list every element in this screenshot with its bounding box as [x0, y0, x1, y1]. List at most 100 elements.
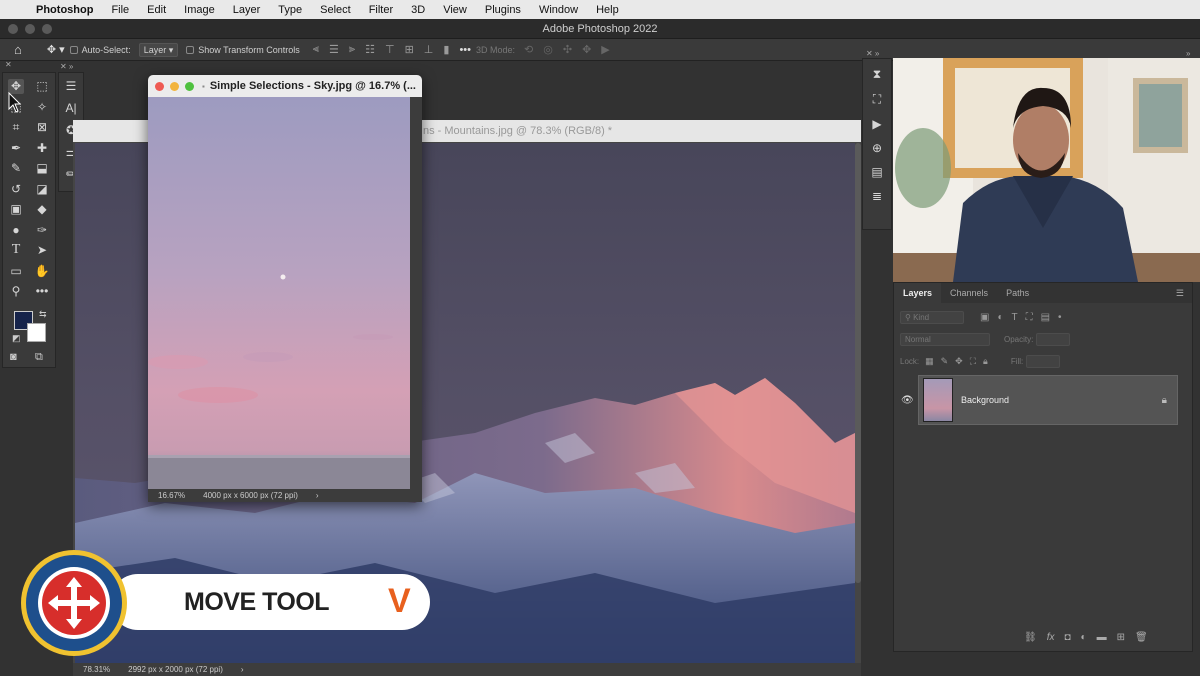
rectangle-tool-icon[interactable]: ▭	[8, 264, 24, 279]
move-tool-preset-icon[interactable]: ✥ ▾	[47, 43, 65, 56]
move-tool-badge-icon	[21, 550, 127, 656]
window-controls[interactable]	[8, 24, 52, 34]
clone-source-icon[interactable]: ⊕	[872, 141, 882, 155]
auto-select-dropdown[interactable]: Layer ▾	[138, 42, 179, 57]
type-tool-icon[interactable]: T	[8, 242, 24, 258]
gradient-tool-icon[interactable]: ▣	[8, 202, 24, 217]
menu-3d[interactable]: 3D	[411, 4, 425, 16]
default-colors-icon[interactable]: ◩	[12, 333, 21, 344]
auto-select-label: Auto-Select:	[81, 44, 131, 55]
tab-channels[interactable]: Channels	[941, 283, 997, 303]
menu-app-name[interactable]: Photoshop	[36, 4, 93, 16]
visibility-eye-icon[interactable]: 👁︎	[901, 395, 914, 406]
align-middle-icon[interactable]: ⊞	[405, 43, 414, 56]
frame-tool-icon[interactable]: ⊠	[34, 120, 50, 135]
history-icon[interactable]: ⧗	[873, 67, 881, 82]
right-panel-collapse-icon[interactable]: »	[1186, 49, 1190, 58]
panel-menu-icon[interactable]: ☰	[1176, 288, 1184, 299]
layer-lock-icon[interactable]: 🔒︎	[1162, 395, 1167, 406]
menu-select[interactable]: Select	[320, 4, 351, 16]
history-brush-icon[interactable]: ↺	[8, 182, 24, 197]
show-transform-checkbox[interactable]: Show Transform Controls	[186, 45, 300, 55]
screen-mode-icon[interactable]: ⧉	[35, 351, 43, 364]
menu-layer[interactable]: Layer	[233, 4, 261, 16]
3d-scale-icon[interactable]: ▶	[601, 43, 609, 56]
swap-colors-icon[interactable]: ⇆	[39, 309, 47, 320]
blur-tool-icon[interactable]: ◆	[34, 202, 50, 217]
tools-close-icon[interactable]: ✕	[5, 60, 12, 69]
hand-tool-icon[interactable]: ✋	[34, 264, 50, 279]
menu-window[interactable]: Window	[539, 4, 578, 16]
eyedropper-tool-icon[interactable]: ✒	[8, 141, 24, 156]
auto-select-checkbox[interactable]: Auto-Select:	[69, 44, 131, 55]
actions-play-icon[interactable]: ▶	[872, 117, 881, 131]
menu-type[interactable]: Type	[278, 4, 302, 16]
blend-mode-dropdown[interactable]: Normal	[900, 333, 990, 346]
menu-help[interactable]: Help	[596, 4, 619, 16]
magic-wand-icon[interactable]: ✧	[34, 100, 50, 115]
status-arrow-icon[interactable]: ›	[241, 665, 244, 674]
new-group-icon[interactable]: ▬	[1097, 632, 1107, 643]
dodge-tool-icon[interactable]: ●	[8, 223, 24, 238]
delete-layer-icon[interactable]: 🗑︎	[1135, 632, 1148, 643]
path-select-icon[interactable]: ➤	[34, 243, 50, 258]
eraser-tool-icon[interactable]: ◪	[34, 182, 50, 197]
3d-roll-icon[interactable]: ◎	[543, 43, 553, 56]
align-left-icon[interactable]: ⫷	[313, 43, 319, 56]
libraries-icon[interactable]: ⛶	[873, 92, 881, 107]
menu-image[interactable]: Image	[184, 4, 215, 16]
link-layers-icon[interactable]: ⛓	[1024, 632, 1037, 643]
opacity-field[interactable]	[1036, 333, 1071, 346]
distribute-icon[interactable]: ☷	[365, 43, 375, 56]
quick-mask-icon[interactable]: ◙	[10, 351, 17, 363]
more-options-icon[interactable]: •••	[459, 44, 471, 56]
crop-tool-icon[interactable]: ⌗	[8, 120, 24, 135]
panel-close-icon[interactable]: ✕ »	[60, 62, 73, 71]
3d-slide-icon[interactable]: ✥	[582, 43, 591, 56]
home-icon[interactable]: ⌂	[14, 42, 22, 57]
adjustments-icon[interactable]: ☰	[63, 79, 79, 93]
sky-canvas[interactable]	[148, 97, 410, 489]
tab-paths[interactable]: Paths	[997, 283, 1038, 303]
lock-icons[interactable]: ▦✎✥⛶🔒︎	[925, 356, 995, 367]
3d-pan-icon[interactable]: ✣	[563, 43, 572, 56]
add-mask-icon[interactable]: ◘	[1064, 632, 1070, 643]
align-bottom-icon[interactable]: ⊥	[424, 43, 434, 56]
brush-tool-icon[interactable]: ✎	[8, 161, 24, 176]
fill-field[interactable]	[1026, 355, 1061, 368]
zoom-tool-icon[interactable]: ⚲	[8, 284, 24, 299]
character-icon[interactable]: A|	[63, 101, 79, 115]
menu-plugins[interactable]: Plugins	[485, 4, 521, 16]
align-center-icon[interactable]: ☰	[329, 43, 339, 56]
adjustment-layer-icon[interactable]: ◐	[1081, 632, 1087, 643]
healing-brush-icon[interactable]: ✚	[34, 141, 50, 156]
stamp-tool-icon[interactable]: ⬓	[34, 161, 50, 176]
sky-zoom[interactable]: 16.67%	[158, 491, 185, 500]
marquee-tool-icon[interactable]: ⬚	[34, 79, 50, 94]
more-tools-icon[interactable]: •••	[34, 284, 50, 299]
sky-window-controls[interactable]	[155, 81, 194, 91]
layer-row-background[interactable]: Background 🔒︎	[918, 375, 1178, 425]
right-panel-close-icon[interactable]: ✕ »	[866, 49, 879, 58]
new-layer-icon[interactable]: ⊞	[1117, 632, 1125, 643]
vertical-scrollbar[interactable]	[855, 143, 861, 583]
menu-file[interactable]: File	[111, 4, 129, 16]
tab-layers[interactable]: Layers	[894, 283, 942, 303]
status-arrow-icon[interactable]: ›	[316, 491, 319, 500]
sky-document-tab[interactable]: ▪ Simple Selections - Sky.jpg @ 16.7% (.…	[148, 75, 422, 97]
menu-edit[interactable]: Edit	[147, 4, 166, 16]
filter-icons[interactable]: ▣◐T⛶▤•	[980, 312, 1070, 323]
fx-icon[interactable]: fx	[1047, 632, 1055, 643]
align-top-icon[interactable]: ⊤	[385, 43, 395, 56]
paragraph-icon[interactable]: ≣	[872, 189, 882, 203]
align-right-icon[interactable]: ⫸	[349, 43, 355, 56]
3d-orbit-icon[interactable]: ⟲	[524, 43, 533, 56]
distribute-vertical-icon[interactable]: ▮	[443, 43, 449, 56]
layer-kind-filter[interactable]: ⚲ Kind	[900, 311, 964, 324]
pen-tool-icon[interactable]: ✑	[34, 223, 50, 238]
background-color-swatch[interactable]	[27, 323, 46, 342]
menu-filter[interactable]: Filter	[369, 4, 393, 16]
mountains-zoom[interactable]: 78.31%	[83, 665, 110, 674]
notes-icon[interactable]: ▤	[871, 165, 882, 179]
menu-view[interactable]: View	[443, 4, 467, 16]
